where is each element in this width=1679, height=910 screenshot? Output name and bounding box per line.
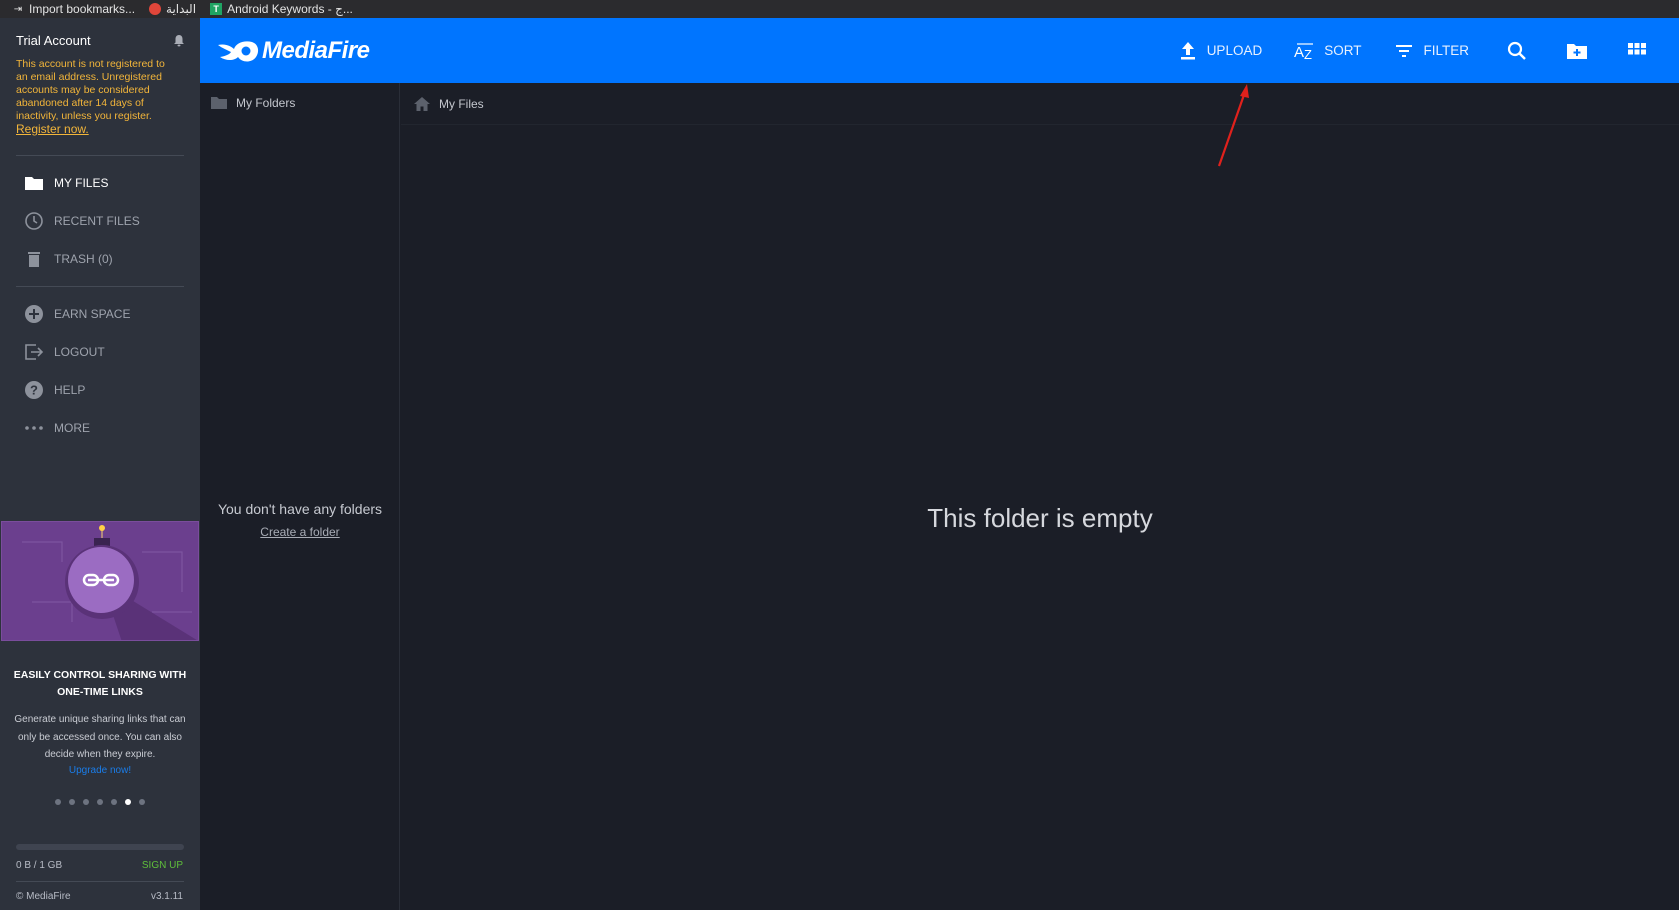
filter-button[interactable]: FILTER (1393, 40, 1469, 62)
trash-icon (28, 252, 40, 267)
nav-label: EARN SPACE (54, 307, 131, 321)
carousel-dot[interactable] (111, 798, 117, 805)
sort-button[interactable]: AZ SORT (1294, 40, 1361, 62)
folders-pane: My Folders You don't have any folders Cr… (200, 83, 400, 910)
folder-icon (211, 97, 227, 109)
top-bar: MediaFire UPLOAD AZ SORT FILTER (200, 18, 1679, 83)
promo-text: Generate unique sharing links that can o… (14, 714, 186, 760)
upload-button[interactable]: UPLOAD (1177, 40, 1263, 62)
files-pane: My Files This folder is empty (401, 83, 1679, 910)
upload-icon (1180, 41, 1195, 59)
home-icon[interactable] (413, 96, 431, 112)
plus-circle-icon (25, 305, 43, 323)
logout-icon (25, 344, 44, 360)
import-icon: ⇥ (13, 3, 23, 15)
nav-label: LOGOUT (54, 345, 105, 359)
grid-view-button[interactable] (1625, 39, 1649, 63)
nav-label: TRASH (0) (54, 252, 113, 266)
bomb-link-icon (2, 522, 198, 640)
sidebar-footer: 0 B / 1 GB SIGN UP © MediaFire v3.1.11 (0, 826, 200, 902)
account-panel: Trial Account This account is not regist… (0, 18, 200, 137)
sort-label: SORT (1324, 43, 1362, 58)
nav-earn-space[interactable]: EARN SPACE (0, 295, 200, 333)
new-folder-icon (1567, 43, 1587, 59)
nav-my-files[interactable]: MY FILES (0, 164, 200, 202)
signup-link[interactable]: SIGN UP (142, 860, 183, 871)
no-folders-text: You don't have any folders (217, 501, 383, 517)
nav-recent-files[interactable]: RECENT FILES (0, 202, 200, 240)
more-icon (25, 426, 43, 430)
nav-secondary: EARN SPACE LOGOUT ? HELP MORE (0, 287, 200, 455)
bookmark-import[interactable]: ⇥ Import bookmarks... (12, 2, 135, 16)
flame-logo-icon (218, 40, 259, 61)
search-icon (1507, 41, 1526, 60)
keywords-icon: T (210, 3, 223, 15)
sort-az-icon: AZ (1294, 42, 1314, 62)
new-folder-button[interactable] (1565, 39, 1589, 63)
nav-primary: MY FILES RECENT FILES TRASH (0) (0, 156, 200, 286)
nav-label: RECENT FILES (54, 214, 140, 228)
filter-icon (1396, 44, 1413, 57)
logo-text: MediaFire (262, 36, 370, 64)
nav-more[interactable]: MORE (0, 409, 200, 447)
version: v3.1.11 (150, 891, 183, 902)
bookmark-label: Android Keywords - ج... (227, 2, 353, 16)
bell-icon[interactable] (173, 34, 185, 47)
carousel-dot[interactable] (55, 798, 61, 805)
svg-text:A: A (1294, 44, 1304, 61)
help-icon: ? (25, 381, 43, 399)
mediafire-logo[interactable]: MediaFire (216, 37, 370, 65)
bookmark-keywords[interactable]: T Android Keywords - ج... (210, 2, 353, 16)
nav-logout[interactable]: LOGOUT (0, 333, 200, 371)
search-button[interactable] (1505, 39, 1529, 63)
carousel-dot[interactable] (97, 798, 103, 805)
sidebar: Trial Account This account is not regist… (0, 18, 200, 910)
promo-title: EASILY CONTROL SHARING WITH ONE-TIME LIN… (13, 669, 187, 698)
filter-label: FILTER (1423, 43, 1469, 58)
bookmark-label: البداية (166, 2, 197, 16)
upgrade-link[interactable]: Upgrade now! (0, 765, 200, 776)
copyright: © MediaFire (16, 891, 71, 902)
register-link[interactable]: Register now. (16, 122, 89, 136)
storage-used: 0 B / 1 GB (16, 860, 63, 871)
bookmarks-bar: ⇥ Import bookmarks... البداية T Android … (0, 0, 1679, 18)
nav-label: HELP (54, 383, 86, 397)
promo-illustration (1, 521, 199, 641)
breadcrumb: My Files (401, 83, 1679, 125)
account-title: Trial Account (16, 33, 91, 48)
svg-text:?: ? (30, 383, 38, 398)
folders-title: My Folders (236, 96, 296, 110)
carousel-dot[interactable] (83, 798, 89, 805)
warning-text: This account is not registered to an ema… (16, 58, 165, 122)
account-warning: This account is not registered to an ema… (16, 58, 176, 137)
folders-header: My Folders (200, 83, 399, 123)
svg-text:Z: Z (1304, 47, 1312, 62)
nav-help[interactable]: ? HELP (0, 371, 200, 409)
empty-folder-message: This folder is empty (927, 503, 1153, 533)
promo-card: EASILY CONTROL SHARING WITH ONE-TIME LIN… (0, 521, 200, 805)
carousel-dot[interactable] (69, 798, 75, 805)
clock-icon (25, 212, 43, 230)
breadcrumb-label[interactable]: My Files (439, 97, 484, 111)
nav-label: MORE (54, 421, 90, 435)
grid-view-icon (1628, 42, 1646, 54)
no-folders-message: You don't have any folders Create a fold… (200, 501, 400, 539)
nav-trash[interactable]: TRASH (0) (0, 240, 200, 278)
upload-label: UPLOAD (1206, 43, 1263, 58)
create-folder-link[interactable]: Create a folder (200, 525, 400, 539)
start-icon (149, 3, 162, 15)
bookmark-label: Import bookmarks... (29, 2, 136, 16)
carousel-dot[interactable] (125, 798, 131, 805)
carousel-dots (0, 798, 200, 805)
toolbar-actions: UPLOAD AZ SORT FILTER (1145, 18, 1649, 83)
bookmark-start[interactable]: البداية (149, 2, 196, 16)
carousel-dot[interactable] (139, 798, 145, 805)
folder-icon (25, 177, 43, 190)
nav-label: MY FILES (54, 176, 109, 190)
